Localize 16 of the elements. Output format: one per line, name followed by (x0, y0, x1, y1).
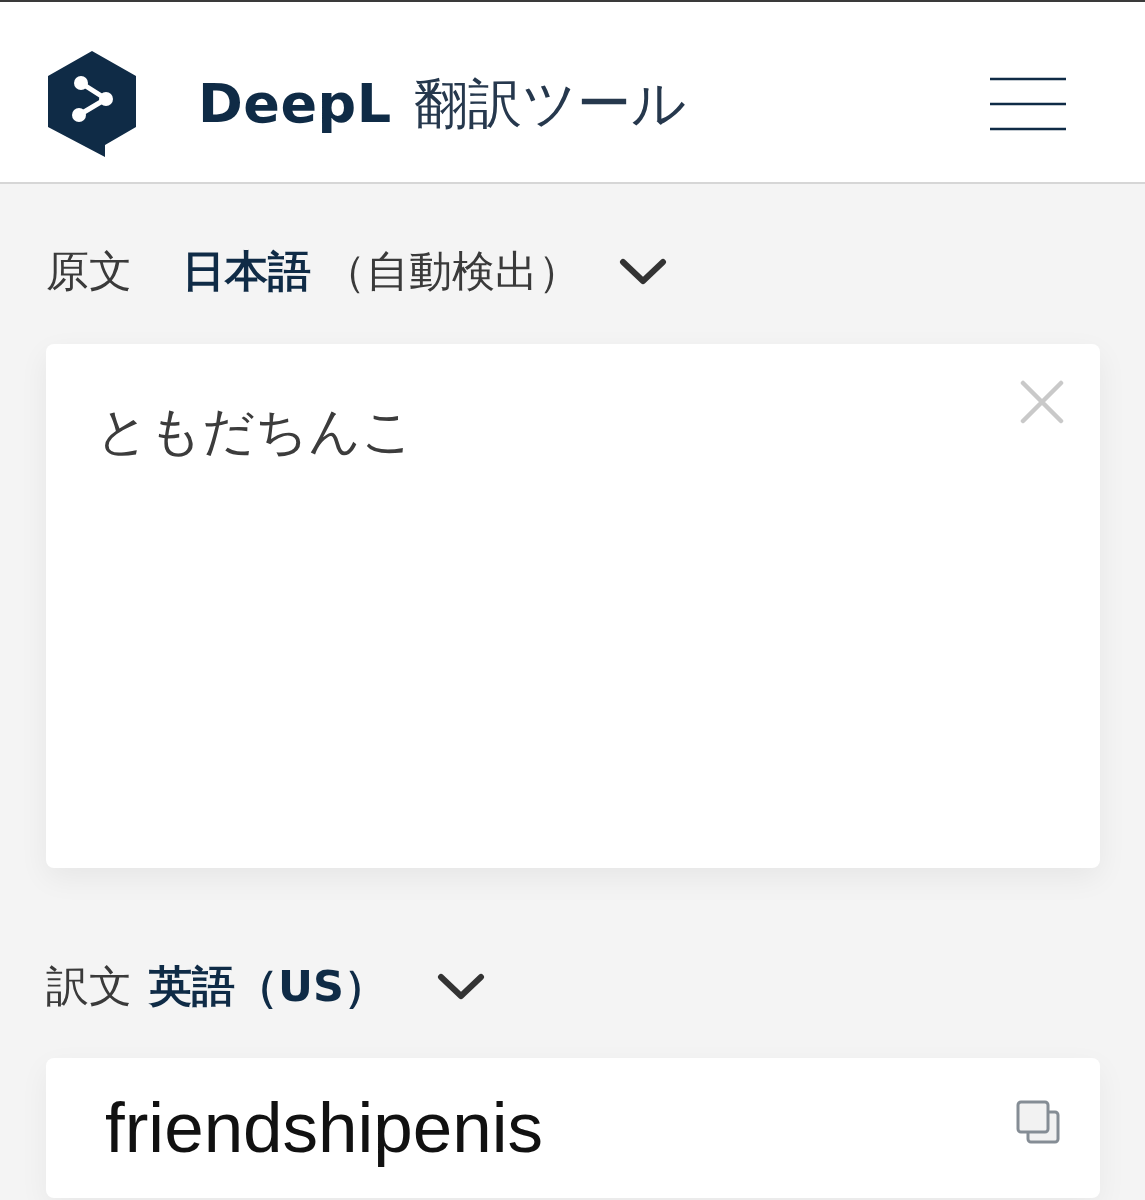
source-text: ともだちんこ (96, 400, 415, 463)
close-icon (1020, 380, 1064, 424)
app-title: DeepL 翻訳ツール (198, 70, 686, 137)
source-text-field[interactable]: ともだちんこ (46, 344, 1100, 868)
source-language-dropdown[interactable]: 日本語 （自動検出） (182, 243, 667, 301)
source-label: 原文 (46, 245, 132, 298)
copy-icon (1016, 1100, 1060, 1144)
copy-button[interactable] (1016, 1100, 1060, 1144)
logo-icon[interactable] (48, 51, 136, 157)
translation-text: friendshipenis (105, 1088, 545, 1168)
target-label: 訳文 (46, 960, 132, 1013)
chevron-down-icon (619, 258, 667, 286)
chevron-down-icon (436, 973, 485, 1001)
menu-button[interactable] (990, 77, 1066, 131)
target-language-dropdown[interactable]: 英語（US） (149, 958, 485, 1016)
menu-icon (990, 77, 1066, 131)
